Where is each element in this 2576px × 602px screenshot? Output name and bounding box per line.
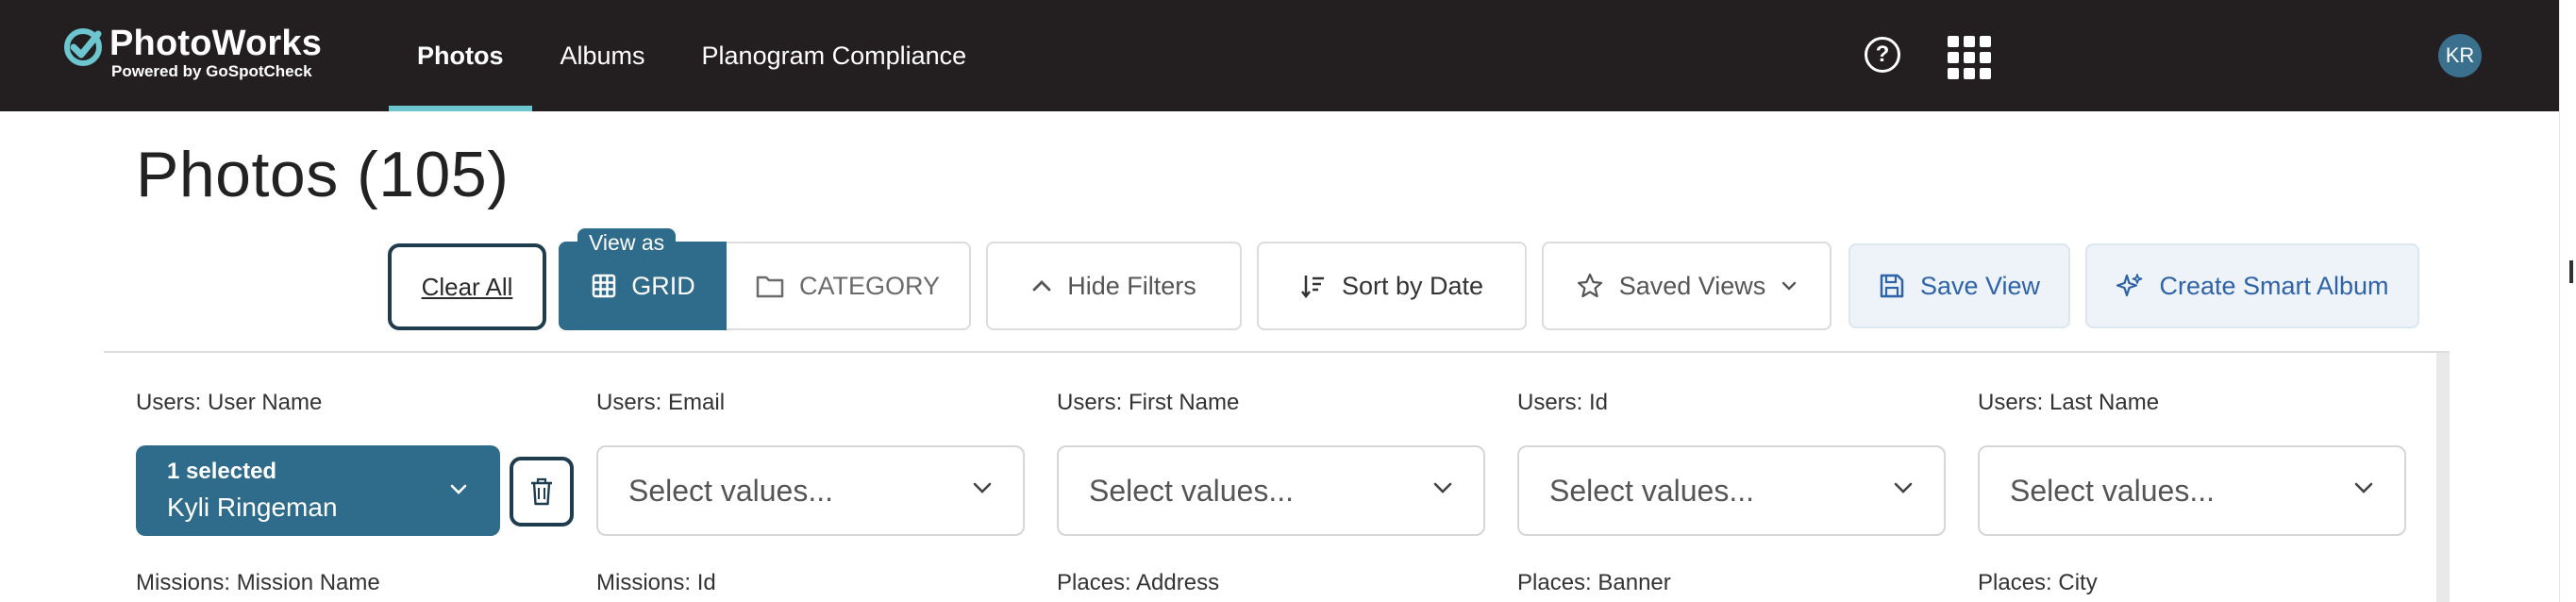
hide-filters-label: Hide Filters — [1067, 271, 1196, 300]
filter-label-user-name: Users: User Name — [136, 390, 323, 415]
chevron-down-icon — [973, 482, 992, 493]
page-scrollbar[interactable] — [2559, 0, 2576, 602]
main-nav: Photos Albums Planogram Compliance — [389, 0, 995, 111]
brand-logo[interactable]: PhotoWorks Powered by GoSpotCheck — [62, 25, 363, 81]
filter-label-user-id: Users: Id — [1517, 390, 1609, 415]
email-filter-select[interactable]: Select values... — [596, 445, 1025, 536]
selected-count: 1 selected — [167, 459, 277, 484]
first-name-filter-select[interactable]: Select values... — [1057, 445, 1485, 536]
filter-label-place-banner: Places: Banner — [1517, 570, 1671, 595]
check-badge-icon — [64, 28, 102, 66]
first-name-filter-placeholder: Select values... — [1089, 473, 1294, 508]
chevron-down-icon — [2354, 482, 2373, 493]
chevron-down-icon — [1433, 482, 1452, 493]
filter-label-mission-id: Missions: Id — [596, 570, 716, 595]
last-name-filter-placeholder: Select values... — [2010, 473, 2215, 508]
page-title: Photos (105) — [136, 139, 510, 210]
app-tagline: Powered by GoSpotCheck — [111, 62, 312, 80]
nav-tab-photos[interactable]: Photos — [389, 0, 532, 111]
nav-tab-planogram-compliance[interactable]: Planogram Compliance — [674, 0, 995, 111]
hide-filters-button[interactable]: Hide Filters — [986, 242, 1242, 330]
user-id-filter-placeholder: Select values... — [1549, 473, 1754, 508]
top-nav-bar: PhotoWorks Powered by GoSpotCheck Photos… — [0, 0, 2559, 111]
star-icon — [1576, 272, 1604, 300]
floppy-disk-icon — [1879, 273, 1905, 299]
saved-views-label: Saved Views — [1618, 271, 1766, 300]
help-icon[interactable]: ? — [1865, 37, 1900, 73]
nav-tab-albums[interactable]: Albums — [532, 0, 674, 111]
filter-label-last-name: Users: Last Name — [1978, 390, 2160, 415]
folder-icon — [756, 274, 784, 298]
chevron-down-icon — [1781, 280, 1798, 292]
user-id-filter-select[interactable]: Select values... — [1517, 445, 1946, 536]
create-smart-album-label: Create Smart Album — [2159, 271, 2389, 300]
category-view-button[interactable]: CATEGORY — [727, 242, 971, 330]
filter-label-place-address: Places: Address — [1057, 570, 1220, 595]
sort-by-date-label: Sort by Date — [1341, 271, 1484, 300]
chevron-down-icon — [450, 484, 467, 494]
clear-all-button[interactable]: Clear All — [388, 243, 546, 330]
filter-label-email: Users: Email — [596, 390, 726, 415]
user-avatar[interactable]: KR — [2438, 34, 2482, 77]
filter-label-first-name: Users: First Name — [1057, 390, 1240, 415]
selected-value: Kyli Ringeman — [167, 493, 338, 522]
user-name-filter-select[interactable]: 1 selected Kyli Ringeman — [136, 445, 500, 536]
view-as-label: View as — [577, 228, 677, 258]
sparkle-icon — [2116, 272, 2144, 300]
grid-view-label: GRID — [631, 271, 695, 300]
filter-panel-scrollbar[interactable] — [2436, 353, 2450, 602]
save-view-button[interactable]: Save View — [1848, 243, 2070, 328]
clear-user-name-filter-button[interactable] — [510, 457, 574, 527]
apps-grid-icon[interactable] — [1948, 36, 1991, 79]
filter-label-place-city: Places: City — [1978, 570, 2098, 595]
category-view-label: CATEGORY — [798, 271, 941, 300]
scrollbar-thumb[interactable] — [2569, 260, 2573, 283]
sort-by-date-button[interactable]: Sort by Date — [1257, 242, 1527, 330]
create-smart-album-button[interactable]: Create Smart Album — [2085, 243, 2419, 328]
app-name: PhotoWorks — [109, 24, 323, 63]
last-name-filter-select[interactable]: Select values... — [1978, 445, 2406, 536]
email-filter-placeholder: Select values... — [628, 473, 833, 508]
table-grid-icon — [592, 274, 616, 298]
filter-label-mission-name: Missions: Mission Name — [136, 570, 380, 595]
chevron-up-icon — [1031, 279, 1052, 293]
trash-icon — [531, 477, 552, 506]
saved-views-dropdown[interactable]: Saved Views — [1542, 242, 1832, 330]
chevron-down-icon — [1894, 482, 1913, 493]
sort-descending-icon — [1300, 273, 1327, 299]
save-view-label: Save View — [1919, 271, 2041, 300]
